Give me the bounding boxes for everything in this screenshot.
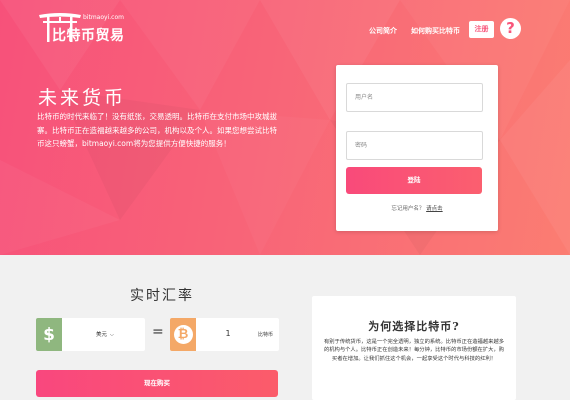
- login-card: 登陆 忘记用户名？ 请点击: [336, 65, 498, 231]
- hero-description: 比特币的时代来临了！没有纸张，交易透明。比特币在支付市场中攻城拔寨。比特币正在造…: [37, 112, 277, 148]
- dollar-icon: $: [36, 318, 62, 351]
- bitcoin-icon: ₿: [170, 318, 196, 351]
- nav-about-link[interactable]: 公司简介: [369, 26, 397, 36]
- exchange-rate-title: 实时汇率: [130, 288, 194, 304]
- why-bitcoin-card: 为何选择比特币? 有别于传统货币，这是一个完全透明，独立的系统。比特币正在造福越…: [312, 296, 516, 400]
- buy-now-button[interactable]: 现在购买: [36, 370, 278, 397]
- logo-domain-text: bitmaoyi.com: [83, 14, 124, 21]
- currency-select-value: 美元: [96, 332, 108, 338]
- site-logo[interactable]: bitmaoyi.com 比特币贸易: [38, 12, 128, 44]
- login-button[interactable]: 登陆: [346, 167, 482, 194]
- forgot-username-row: 忘记用户名？ 请点击: [336, 204, 498, 212]
- equals-sign: =: [152, 324, 164, 340]
- why-bitcoin-text: 有别于传统货币，这是一个完全透明，独立的系统。比特币正在造福越来越多的机构与个人…: [323, 339, 505, 362]
- btc-converter-box: ₿ 1 比特币: [170, 318, 279, 351]
- help-icon[interactable]: ?: [500, 18, 521, 39]
- hero-heading: 未来货币: [38, 87, 127, 109]
- forgot-username-text: 忘记用户名？: [391, 206, 425, 212]
- why-bitcoin-title: 为何选择比特币?: [368, 320, 460, 333]
- btc-unit-label: 比特币: [258, 332, 274, 338]
- username-input[interactable]: [346, 83, 483, 112]
- usd-converter-box: $ 美元 ⌵: [36, 318, 145, 351]
- chevron-down-icon: ⌵: [110, 332, 114, 338]
- btc-amount-input[interactable]: 1: [218, 329, 238, 338]
- forgot-username-link[interactable]: 请点击: [426, 206, 443, 212]
- logo-title: 比特币贸易: [52, 28, 125, 44]
- register-button[interactable]: 注册: [469, 21, 494, 38]
- hero-banner: bitmaoyi.com 比特币贸易 公司简介 如何购买比特币 注册 ? 未来货…: [0, 0, 570, 255]
- password-input[interactable]: [346, 131, 483, 160]
- currency-select[interactable]: 美元 ⌵: [96, 330, 114, 338]
- nav-how-to-buy-link[interactable]: 如何购买比特币: [411, 26, 460, 36]
